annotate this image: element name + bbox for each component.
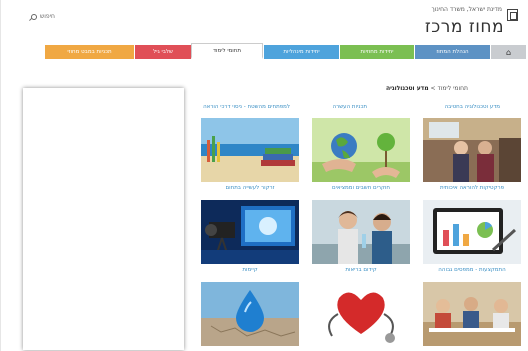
tile-caption-spotlight[interactable]: זרקור לעשייה בתחום <box>201 185 299 191</box>
tile-image-lab[interactable] <box>312 200 410 264</box>
menorah-emblem-icon[interactable] <box>507 9 518 21</box>
home-icon: ⌂ <box>505 47 512 57</box>
tablet-charts-photo-icon <box>423 200 521 264</box>
earth-in-hands-photo-icon <box>312 118 410 182</box>
category-link-science-tech[interactable]: מדע וטכנולוגיה בחטיבה <box>445 104 500 110</box>
nav-item-label: יחידות מחוזיות <box>360 49 394 55</box>
tile-image-earth[interactable] <box>312 118 410 182</box>
category-link-field-developers[interactable]: למפתחים מהשטח - ניסוי דרכי הוראה <box>203 104 290 110</box>
beach-desk-photo-icon <box>201 118 299 182</box>
nav-item-district-units[interactable]: יחידות מחוזיות <box>339 45 414 59</box>
nav-item-label: שלבי גיל <box>153 49 173 55</box>
tile-caption-practices[interactable]: פרקטיקות להוראה איכותית <box>423 185 521 191</box>
category-link-enrichment[interactable]: תכניות העשרה <box>333 104 367 110</box>
tile-caption-sustainability[interactable]: קיימות <box>201 267 299 273</box>
nav-item-label: תחומי לימוד <box>213 47 242 54</box>
nav-item-age-stages[interactable]: שלבי גיל <box>134 45 191 59</box>
water-drop-photo-icon <box>201 282 299 346</box>
heart-stethoscope-photo-icon <box>312 282 410 346</box>
nav-item-label: הנהלת המחוז <box>436 49 469 55</box>
main-nav: ⌂ הנהלת המחוז יחידות מחוזיות יחידות מינה… <box>40 43 526 59</box>
breadcrumb: תחומי לימוד > מדע וטכנולוגיה <box>386 85 468 92</box>
tile-image-teachers[interactable] <box>423 118 521 182</box>
nav-item-study-fields[interactable]: תחומי לימוד <box>191 43 263 59</box>
site-title[interactable]: מחוז מרכז <box>425 17 504 37</box>
tile-image-water[interactable] <box>201 282 299 346</box>
search-icon[interactable] <box>31 13 37 20</box>
page: מדינת ישראל, משרד החינוך מחוז מרכז חיפוש… <box>0 0 528 351</box>
search-box[interactable]: חיפוש <box>31 13 55 20</box>
tile-image-heart[interactable] <box>312 282 410 346</box>
tile-image-class[interactable] <box>423 282 521 346</box>
students-class-photo-icon <box>423 282 521 346</box>
nav-item-district-programs[interactable]: תכניות במבט מחוזי <box>44 45 134 59</box>
nav-item-label: תכניות במבט מחוזי <box>67 49 112 55</box>
tile-caption-professional[interactable]: התמקצעות - ממפסים גבוהה <box>423 267 521 273</box>
nav-item-label: יחידות מינהליות <box>283 49 320 55</box>
tile-image-tablet[interactable] <box>423 200 521 264</box>
students-lab-photo-icon <box>312 200 410 264</box>
breadcrumb-separator: > <box>430 85 436 92</box>
tile-caption-health[interactable]: קידום בריאות <box>312 267 410 273</box>
search-label: חיפוש <box>40 13 55 20</box>
breadcrumb-parent[interactable]: תחומי לימוד <box>437 85 468 92</box>
teachers-photo-icon <box>423 118 521 182</box>
nav-item-district-management[interactable]: הנהלת המחוז <box>414 45 490 59</box>
tile-caption-researchers[interactable]: חוקרים חשבים וממציאים <box>312 185 410 191</box>
tile-image-beach[interactable] <box>201 118 299 182</box>
nav-home[interactable]: ⌂ <box>490 45 526 59</box>
sidebar-panel <box>23 88 184 350</box>
ministry-label: מדינת ישראל, משרד החינוך <box>431 6 503 13</box>
tile-image-studio[interactable] <box>201 200 299 264</box>
studio-camera-photo-icon <box>201 200 299 264</box>
nav-item-admin-units[interactable]: יחידות מינהליות <box>263 45 339 59</box>
breadcrumb-current: מדע וטכנולוגיה <box>386 85 429 92</box>
